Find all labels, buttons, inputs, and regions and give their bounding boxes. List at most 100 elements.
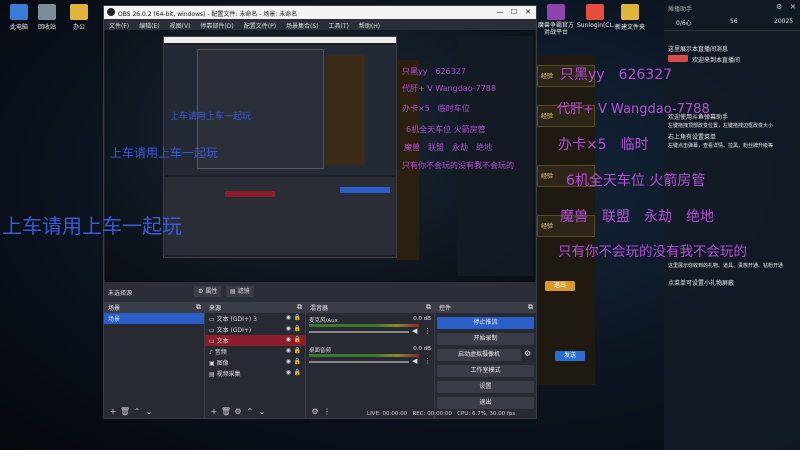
overlay-big-line: 代肝+ V Wangdao-7788 (557, 102, 710, 117)
chevron-down-icon[interactable]: ⌄ (143, 407, 155, 416)
settings-icon[interactable]: ⚙ (776, 3, 782, 11)
obs-logo-icon (107, 8, 115, 16)
volume-meter (309, 354, 419, 357)
eye-icon[interactable]: ◉ (286, 325, 291, 332)
chevron-up-icon[interactable]: ⌃ (244, 407, 256, 416)
studio-mode-button[interactable]: 工作室模式 (437, 365, 534, 377)
properties-button[interactable]: ⚙ 属性 (194, 286, 222, 297)
title-bar: OBS 26.0.2 (64-bit, windows) - 配置文件: 未命名… (104, 6, 536, 19)
chevron-down-icon[interactable]: ⌄ (256, 407, 268, 416)
overlay-big-line: 6机全天车位 火箭房管 (566, 173, 706, 189)
lock-icon[interactable]: 🔒 (294, 314, 301, 321)
cpu-status: CPU: 6.7%, 30.00 fps (457, 411, 516, 417)
overlay-small-line: 只有你不会玩的没有我不会玩的 (402, 161, 514, 170)
trash-icon[interactable]: 🗑 (220, 407, 232, 416)
lock-icon[interactable]: 🔒 (294, 325, 301, 332)
rec-status: REC: 00:00:00 (412, 411, 452, 417)
maximize-button[interactable]: ☐ (508, 8, 520, 16)
start-virtual-camera-button[interactable]: 启动虚拟摄像机 (437, 349, 521, 361)
add-icon[interactable]: + (107, 407, 119, 416)
stop-streaming-button[interactable]: 停止推流 (437, 317, 534, 329)
volume-meter (309, 324, 419, 327)
gear-icon[interactable]: ⚙ (524, 349, 531, 358)
scenes-dock: 场景 ⧉ 场景 + 🗑 ⌃ ⌄ (104, 302, 205, 418)
desktop-icon-recycle-bin[interactable]: 回收站 (30, 4, 64, 31)
lock-icon[interactable]: 🔒 (294, 347, 301, 354)
folder-icon (70, 4, 88, 20)
settings-button[interactable]: 设置 (437, 381, 534, 393)
dock-title: 控件 ⧉ (435, 302, 536, 313)
panel-header: 摊播助手 (668, 6, 693, 13)
game-quit-button[interactable]: 退出 (545, 281, 575, 291)
gear-icon: ⚙ (198, 288, 204, 295)
text-source-icon: ▭ (209, 316, 215, 323)
source-item[interactable]: ♪ 音频 ◉ 🔒 (205, 346, 305, 357)
desktop-icon-new-folder[interactable]: 新建文件夹 (612, 4, 648, 31)
start-recording-button[interactable]: 开始录制 (437, 333, 534, 345)
menu-bar: 文件(F) 编辑(E) 视图(V) 停靠部件(D) 配置文件(P) 场景集合(S) 工具(T… (104, 19, 536, 30)
undock-icon[interactable]: ⧉ (297, 303, 302, 312)
desktop-icon-sunlogin[interactable]: Sunlogin(CL... (577, 4, 619, 29)
brand-badge (668, 55, 688, 62)
close-icon[interactable]: ✕ (790, 3, 796, 11)
filter-icon: ▤ (230, 288, 236, 295)
chat-message: 右上角有设置菜单 (668, 134, 717, 141)
more-icon[interactable]: ⋮ (321, 407, 333, 416)
gift-message: 点菜单可设置小礼物屏蔽 (668, 280, 735, 287)
volume-slider[interactable] (309, 331, 409, 333)
chat-message: 这里展示本直播间消息 (668, 46, 729, 53)
desktop-icon-warcraft[interactable]: 魔兽争霸官方对战平台 (537, 4, 575, 36)
stat-online: 56 (730, 18, 738, 25)
exit-button[interactable]: 退出 (437, 397, 534, 409)
folder-icon (621, 4, 639, 20)
more-icon[interactable]: ⋮ (424, 327, 431, 335)
video-capture-icon: ▤ (209, 371, 215, 378)
gear-icon[interactable]: ⚙ (309, 407, 321, 416)
no-source-selected-label: 未选择源 (108, 290, 133, 297)
source-item[interactable]: ▭ 文本 (GDI+) ◉ 🔒 (205, 324, 305, 335)
game-send-button[interactable]: 发送 (555, 351, 585, 361)
gift-message: 这里展示你收到的礼物、道具、贵族开通、钻粉开通 (668, 263, 784, 269)
trash-icon[interactable]: 🗑 (119, 407, 131, 416)
undock-icon[interactable]: ⧉ (196, 303, 201, 312)
speaker-icon[interactable]: ◀ (412, 327, 417, 335)
source-item-selected[interactable]: ▭ 文本 ◉ 🔒 (205, 335, 305, 346)
scene-item[interactable]: 场景 (104, 313, 204, 324)
gear-icon[interactable]: ⚙ (232, 407, 244, 416)
minimize-button[interactable]: — (494, 8, 506, 16)
eye-icon[interactable]: ◉ (286, 314, 291, 321)
speaker-icon[interactable]: ◀ (412, 357, 417, 365)
chat-message: 欢迎来到本直播间 (692, 57, 741, 64)
eye-icon[interactable]: ◉ (286, 347, 291, 354)
undock-icon[interactable]: ⧉ (528, 303, 533, 312)
close-button[interactable]: ✕ (522, 8, 534, 16)
source-item[interactable]: ▤ 视频采集 ◉ 🔒 (205, 368, 305, 379)
live-status: LIVE: 00:00:00 (367, 411, 408, 417)
source-item[interactable]: ▣ 图像 ◉ 🔒 (205, 357, 305, 368)
eye-icon[interactable]: ◉ (286, 369, 291, 376)
more-icon[interactable]: ⋮ (424, 357, 431, 365)
recycle-bin-icon (38, 4, 56, 20)
text-source-icon: ▭ (209, 338, 215, 345)
status-bar: LIVE: 00:00:00 REC: 00:00:00 CPU: 6.7%, … (367, 411, 515, 417)
image-source-icon: ▣ (209, 360, 215, 367)
overlay-big-line: 办卡×5 临时 (558, 137, 649, 153)
dock-title: 场景 ⧉ (104, 302, 204, 313)
volume-slider[interactable] (309, 361, 409, 363)
overlay-big-line: 魔兽 联盟 永劫 绝地 (560, 209, 714, 225)
lock-icon[interactable]: 🔒 (294, 336, 301, 343)
lock-icon[interactable]: 🔒 (294, 369, 301, 376)
mixer-bottom-bar: ⚙ ⋮ (309, 407, 333, 416)
filters-button[interactable]: ▤ 滤镜 (226, 286, 254, 297)
eye-icon[interactable]: ◉ (286, 358, 291, 365)
source-item[interactable]: ▭ 文本 (GDI+) 3 ◉ 🔒 (205, 313, 305, 324)
nested-docks (165, 177, 395, 255)
eye-icon[interactable]: ◉ (286, 336, 291, 343)
add-icon[interactable]: + (208, 407, 220, 416)
overlay-small-line: 只黑yy 626327 (402, 67, 467, 76)
chevron-up-icon[interactable]: ⌃ (131, 407, 143, 416)
undock-icon[interactable]: ⧉ (426, 303, 431, 312)
nested-title-bar (164, 37, 396, 43)
desktop-icon-office-folder[interactable]: 办公 (62, 4, 96, 31)
lock-icon[interactable]: 🔒 (294, 358, 301, 365)
